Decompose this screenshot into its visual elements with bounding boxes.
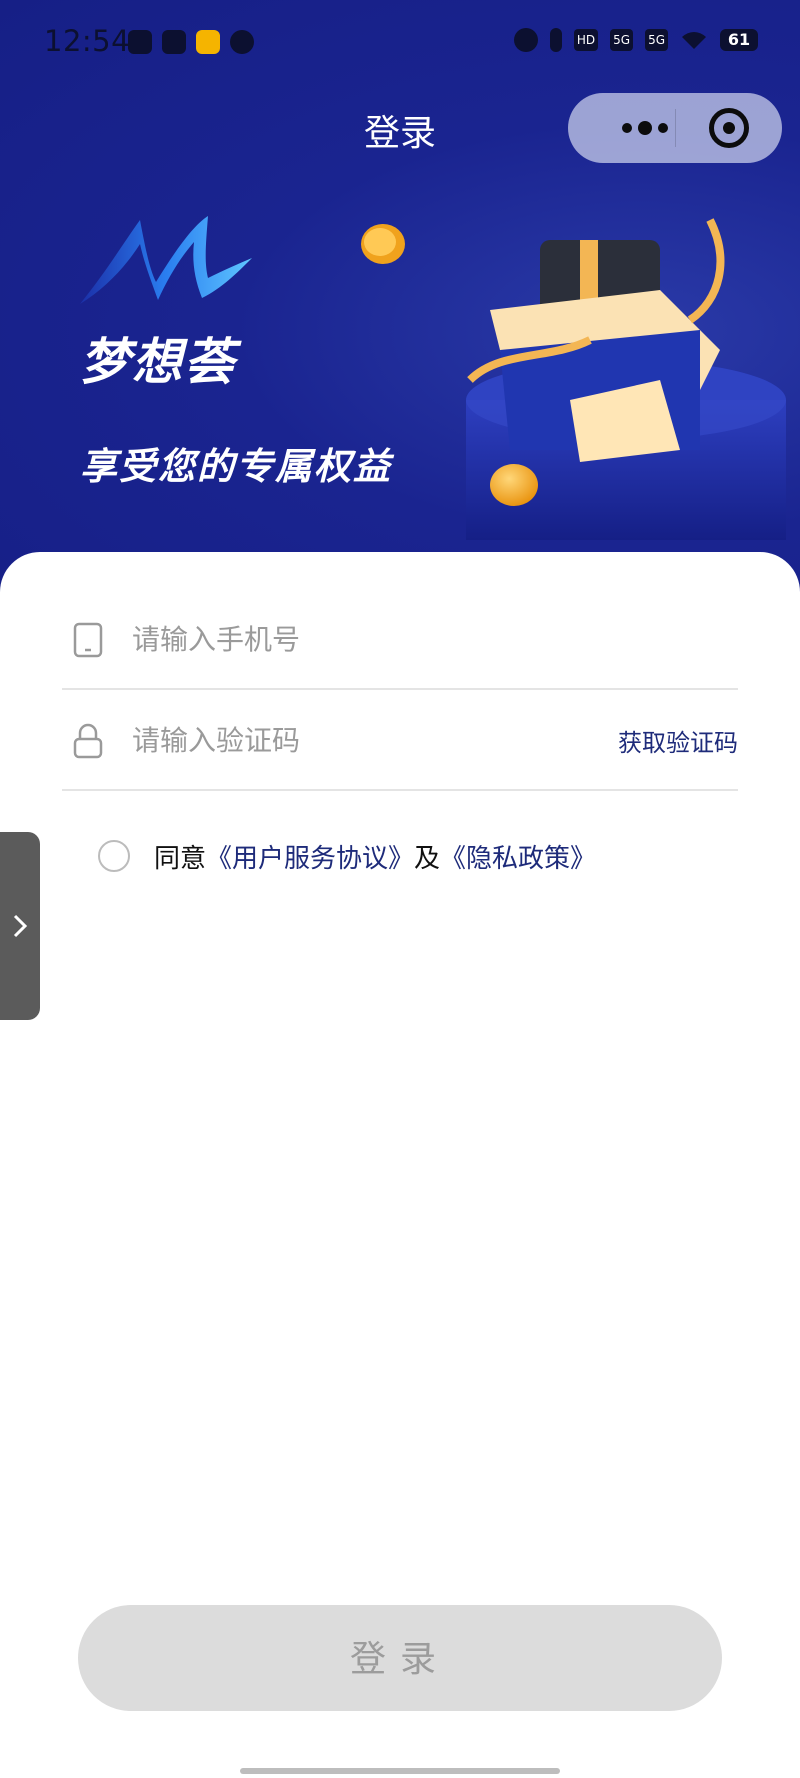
signal-5g-icon: 5G	[645, 29, 668, 51]
phone-input[interactable]	[130, 612, 594, 666]
lock-icon	[73, 723, 103, 759]
wifi-icon	[682, 32, 706, 49]
side-drawer-tab[interactable]	[0, 832, 40, 1020]
gift-box-illustration	[466, 218, 786, 540]
code-input[interactable]	[130, 713, 594, 767]
login-button[interactable]: 登录	[78, 1605, 722, 1711]
hero-banner: 梦想荟 享受您的专属权益	[0, 0, 800, 600]
chevron-right-icon	[13, 914, 28, 938]
agreement-row: 同意 《用户服务协议》 及 《隐私政策》	[98, 836, 596, 876]
get-code-button[interactable]: 获取验证码	[618, 723, 738, 758]
code-field: 获取验证码	[62, 689, 738, 791]
home-indicator	[240, 1768, 560, 1774]
weibo-icon	[196, 30, 220, 54]
signal-5g-icon: 5G	[610, 29, 634, 51]
message-icon	[230, 30, 254, 54]
hd-icon: HD	[573, 29, 599, 51]
agreement-checkbox[interactable]	[98, 840, 130, 872]
brand-name: 梦想荟	[80, 333, 236, 391]
phone-icon	[73, 622, 103, 658]
status-bar: 12:54 HD 5G 5G 61	[0, 0, 800, 86]
terms-link[interactable]: 《用户服务协议》	[206, 838, 414, 875]
agreement-prefix: 同意	[154, 843, 207, 874]
status-time: 12:54	[44, 24, 131, 58]
wechat-icon	[128, 30, 152, 54]
status-left-icons	[128, 30, 254, 54]
phone-field	[62, 588, 738, 690]
mic-icon	[549, 28, 562, 52]
target-close-icon[interactable]	[709, 108, 749, 148]
miniprogram-capsule	[568, 93, 782, 163]
agreement-conjunction: 及	[414, 843, 441, 874]
brand-slogan: 享受您的专属权益	[80, 445, 392, 488]
status-right-icons: HD 5G 5G 61	[513, 28, 758, 52]
privacy-link[interactable]: 《隐私政策》	[440, 838, 596, 875]
alarm-icon	[513, 28, 538, 52]
battery-icon: 61	[720, 29, 758, 51]
more-dots-icon[interactable]	[596, 93, 694, 163]
coin-icon	[361, 224, 405, 264]
capsule-divider	[675, 109, 676, 147]
brand-logo	[80, 216, 252, 304]
sim-icon	[162, 30, 186, 54]
